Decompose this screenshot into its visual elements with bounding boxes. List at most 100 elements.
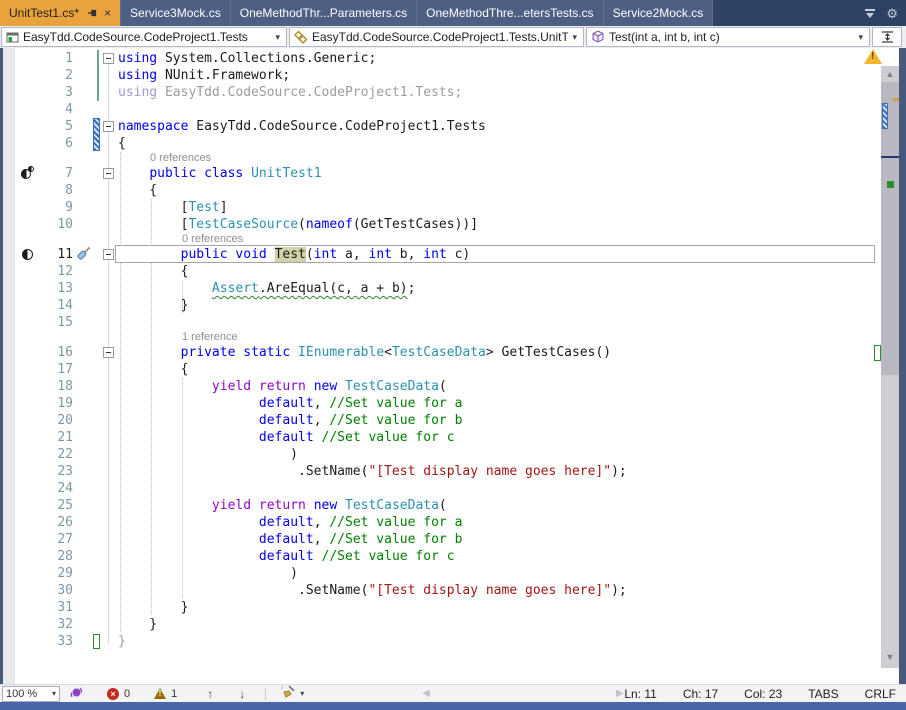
project-dropdown[interactable]: EasyTdd.CodeSource.CodeProject1.Tests ▾ <box>1 27 287 47</box>
hscroll-right-icon[interactable]: ▶ <box>616 688 624 699</box>
code-line[interactable]: 5namespace EasyTdd.CodeSource.CodeProjec… <box>0 118 880 135</box>
close-icon[interactable]: × <box>104 6 111 20</box>
scroll-down-icon[interactable]: ▼ <box>881 652 899 662</box>
window-list-icon[interactable] <box>864 9 876 18</box>
code-line[interactable]: 7 public class UnitTest1 <box>0 165 880 182</box>
member-dropdown[interactable]: Test(int a, int b, int c) ▾ <box>586 27 870 47</box>
pin-icon[interactable] <box>87 8 97 18</box>
line-number: 31 <box>0 599 73 616</box>
line-number: 16 <box>0 344 73 361</box>
code-line[interactable]: 11 public void Test(int a, int b, int c) <box>0 246 880 263</box>
codelens-indicator[interactable]: 0 references <box>0 152 880 165</box>
code-line[interactable]: 3using EasyTdd.CodeSource.CodeProject1.T… <box>0 84 880 101</box>
chevron-down-icon[interactable]: ▾ <box>271 32 284 43</box>
code-line[interactable]: 19 default, //Set value for a <box>0 395 880 412</box>
code-cleanup-caret-icon[interactable]: ▾ <box>300 689 304 698</box>
code-line[interactable]: 9 [Test] <box>0 199 880 216</box>
warnings-icon[interactable] <box>154 688 166 699</box>
next-issue-icon[interactable]: ↓ <box>239 687 245 701</box>
code-line[interactable]: 32 } <box>0 616 880 633</box>
code-text: default //Set value for c <box>118 548 455 565</box>
code-text: [TestCaseSource(nameof(GetTestCases))] <box>118 216 478 233</box>
line-number: 1 <box>0 50 73 67</box>
tab-onemethod-testertests[interactable]: OneMethodThre...etersTests.cs <box>417 0 603 26</box>
code-text: } <box>118 633 126 650</box>
code-line[interactable]: 24 <box>0 480 880 497</box>
code-line[interactable]: 31 } <box>0 599 880 616</box>
code-line[interactable]: 10 [TestCaseSource(nameof(GetTestCases))… <box>0 216 880 233</box>
code-line[interactable]: 13 Assert.AreEqual(c, a + b); <box>0 280 880 297</box>
code-line[interactable]: 29 ) <box>0 565 880 582</box>
editor-status-row: 100 % ▾ × 0 1 ↑ ↓ ▾ ◀ ▶ Ln: 11 Ch: 17 Co… <box>0 684 906 702</box>
code-text: } <box>118 297 188 314</box>
code-line[interactable]: 28 default //Set value for c <box>0 548 880 565</box>
column-indicator[interactable]: Col: 23 <box>744 687 782 701</box>
codelens-indicator[interactable]: 0 references <box>0 233 880 246</box>
type-dropdown[interactable]: EasyTdd.CodeSource.CodeProject1.Tests.Un… <box>289 27 584 47</box>
tab-onemethod-parameters[interactable]: OneMethodThr...Parameters.cs <box>231 0 417 26</box>
divider <box>265 688 266 700</box>
codelens-indicator[interactable]: 1 reference <box>0 331 880 344</box>
line-indicator[interactable]: Ln: 11 <box>624 687 656 701</box>
code-line[interactable]: 22 ) <box>0 446 880 463</box>
line-number: 7 <box>0 165 73 182</box>
chevron-down-icon[interactable]: ▾ <box>568 32 581 43</box>
code-line[interactable]: 21 default //Set value for c <box>0 429 880 446</box>
code-line[interactable]: 16 private static IEnumerable<TestCaseDa… <box>0 344 880 361</box>
code-line[interactable]: 27 default, //Set value for b <box>0 531 880 548</box>
tab-service3mock[interactable]: Service3Mock.cs <box>121 0 231 26</box>
code-line[interactable]: 18 yield return new TestCaseData( <box>0 378 880 395</box>
code-line[interactable]: 25 yield return new TestCaseData( <box>0 497 880 514</box>
code-line[interactable]: 33} <box>0 633 880 650</box>
code-line[interactable]: 4 <box>0 101 880 118</box>
errors-icon[interactable]: × <box>107 688 119 700</box>
char-indicator[interactable]: Ch: 17 <box>683 687 718 701</box>
code-line[interactable]: 12 { <box>0 263 880 280</box>
code-line[interactable]: 6{ <box>0 135 880 152</box>
code-cleanup-icon[interactable] <box>280 685 296 702</box>
code-line[interactable]: 26 default, //Set value for a <box>0 514 880 531</box>
code-line[interactable]: 1 using System.Collections.Generic; <box>0 50 880 67</box>
intellicode-icon[interactable] <box>70 686 83 702</box>
tab-service2mock[interactable]: Service2Mock.cs <box>604 0 714 26</box>
split-editor-button[interactable] <box>872 27 902 47</box>
code-text: namespace EasyTdd.CodeSource.CodeProject… <box>118 118 486 135</box>
fold-toggle-icon[interactable] <box>103 347 114 358</box>
code-text: using System.Collections.Generic; <box>118 50 376 67</box>
code-text: [Test] <box>118 199 228 216</box>
fold-toggle-icon[interactable] <box>103 121 114 132</box>
fold-toggle-icon[interactable] <box>103 168 114 179</box>
code-text: Assert.AreEqual(c, a + b); <box>118 280 415 297</box>
eol-indicator[interactable]: CRLF <box>865 687 896 701</box>
code-line[interactable]: 15 <box>0 314 880 331</box>
code-line[interactable]: 30 .SetName("[Test display name goes her… <box>0 582 880 599</box>
code-text: { <box>118 182 157 199</box>
document-tab-bar: UnitTest1.cs* × Service3Mock.cs OneMetho… <box>0 0 906 26</box>
tabs-indicator[interactable]: TABS <box>808 687 838 701</box>
code-editor[interactable]: 1 using System.Collections.Generic;2using… <box>0 48 906 684</box>
errors-count[interactable]: 0 <box>124 688 130 700</box>
code-line[interactable]: 14 } <box>0 297 880 314</box>
code-line[interactable]: 8 { <box>0 182 880 199</box>
window-left-border <box>0 48 3 684</box>
code-rows[interactable]: 1 using System.Collections.Generic;2using… <box>0 50 880 650</box>
gear-icon[interactable]: ⚙ <box>886 7 898 20</box>
code-line[interactable]: 20 default, //Set value for b <box>0 412 880 429</box>
hscroll-left-icon[interactable]: ◀ <box>422 688 430 699</box>
zoom-dropdown[interactable]: 100 % ▾ <box>2 686 60 702</box>
code-line[interactable]: 2using NUnit.Framework; <box>0 67 880 84</box>
split-window-icon <box>881 30 894 44</box>
scroll-up-icon[interactable]: ▲ <box>881 69 899 79</box>
tab-label: OneMethodThr...Parameters.cs <box>240 6 407 20</box>
chevron-down-icon[interactable]: ▾ <box>854 32 867 43</box>
line-number: 24 <box>0 480 73 497</box>
fold-toggle-icon[interactable] <box>103 249 114 260</box>
code-text: default //Set value for c <box>118 429 455 446</box>
tab-unittest1[interactable]: UnitTest1.cs* × <box>0 0 121 26</box>
prev-issue-icon[interactable]: ↑ <box>207 687 213 701</box>
fold-toggle-icon[interactable] <box>103 53 114 64</box>
code-line[interactable]: 23 .SetName("[Test display name goes her… <box>0 463 880 480</box>
code-line[interactable]: 17 { <box>0 361 880 378</box>
warnings-count[interactable]: 1 <box>171 688 177 700</box>
zoom-level: 100 % <box>6 688 52 700</box>
